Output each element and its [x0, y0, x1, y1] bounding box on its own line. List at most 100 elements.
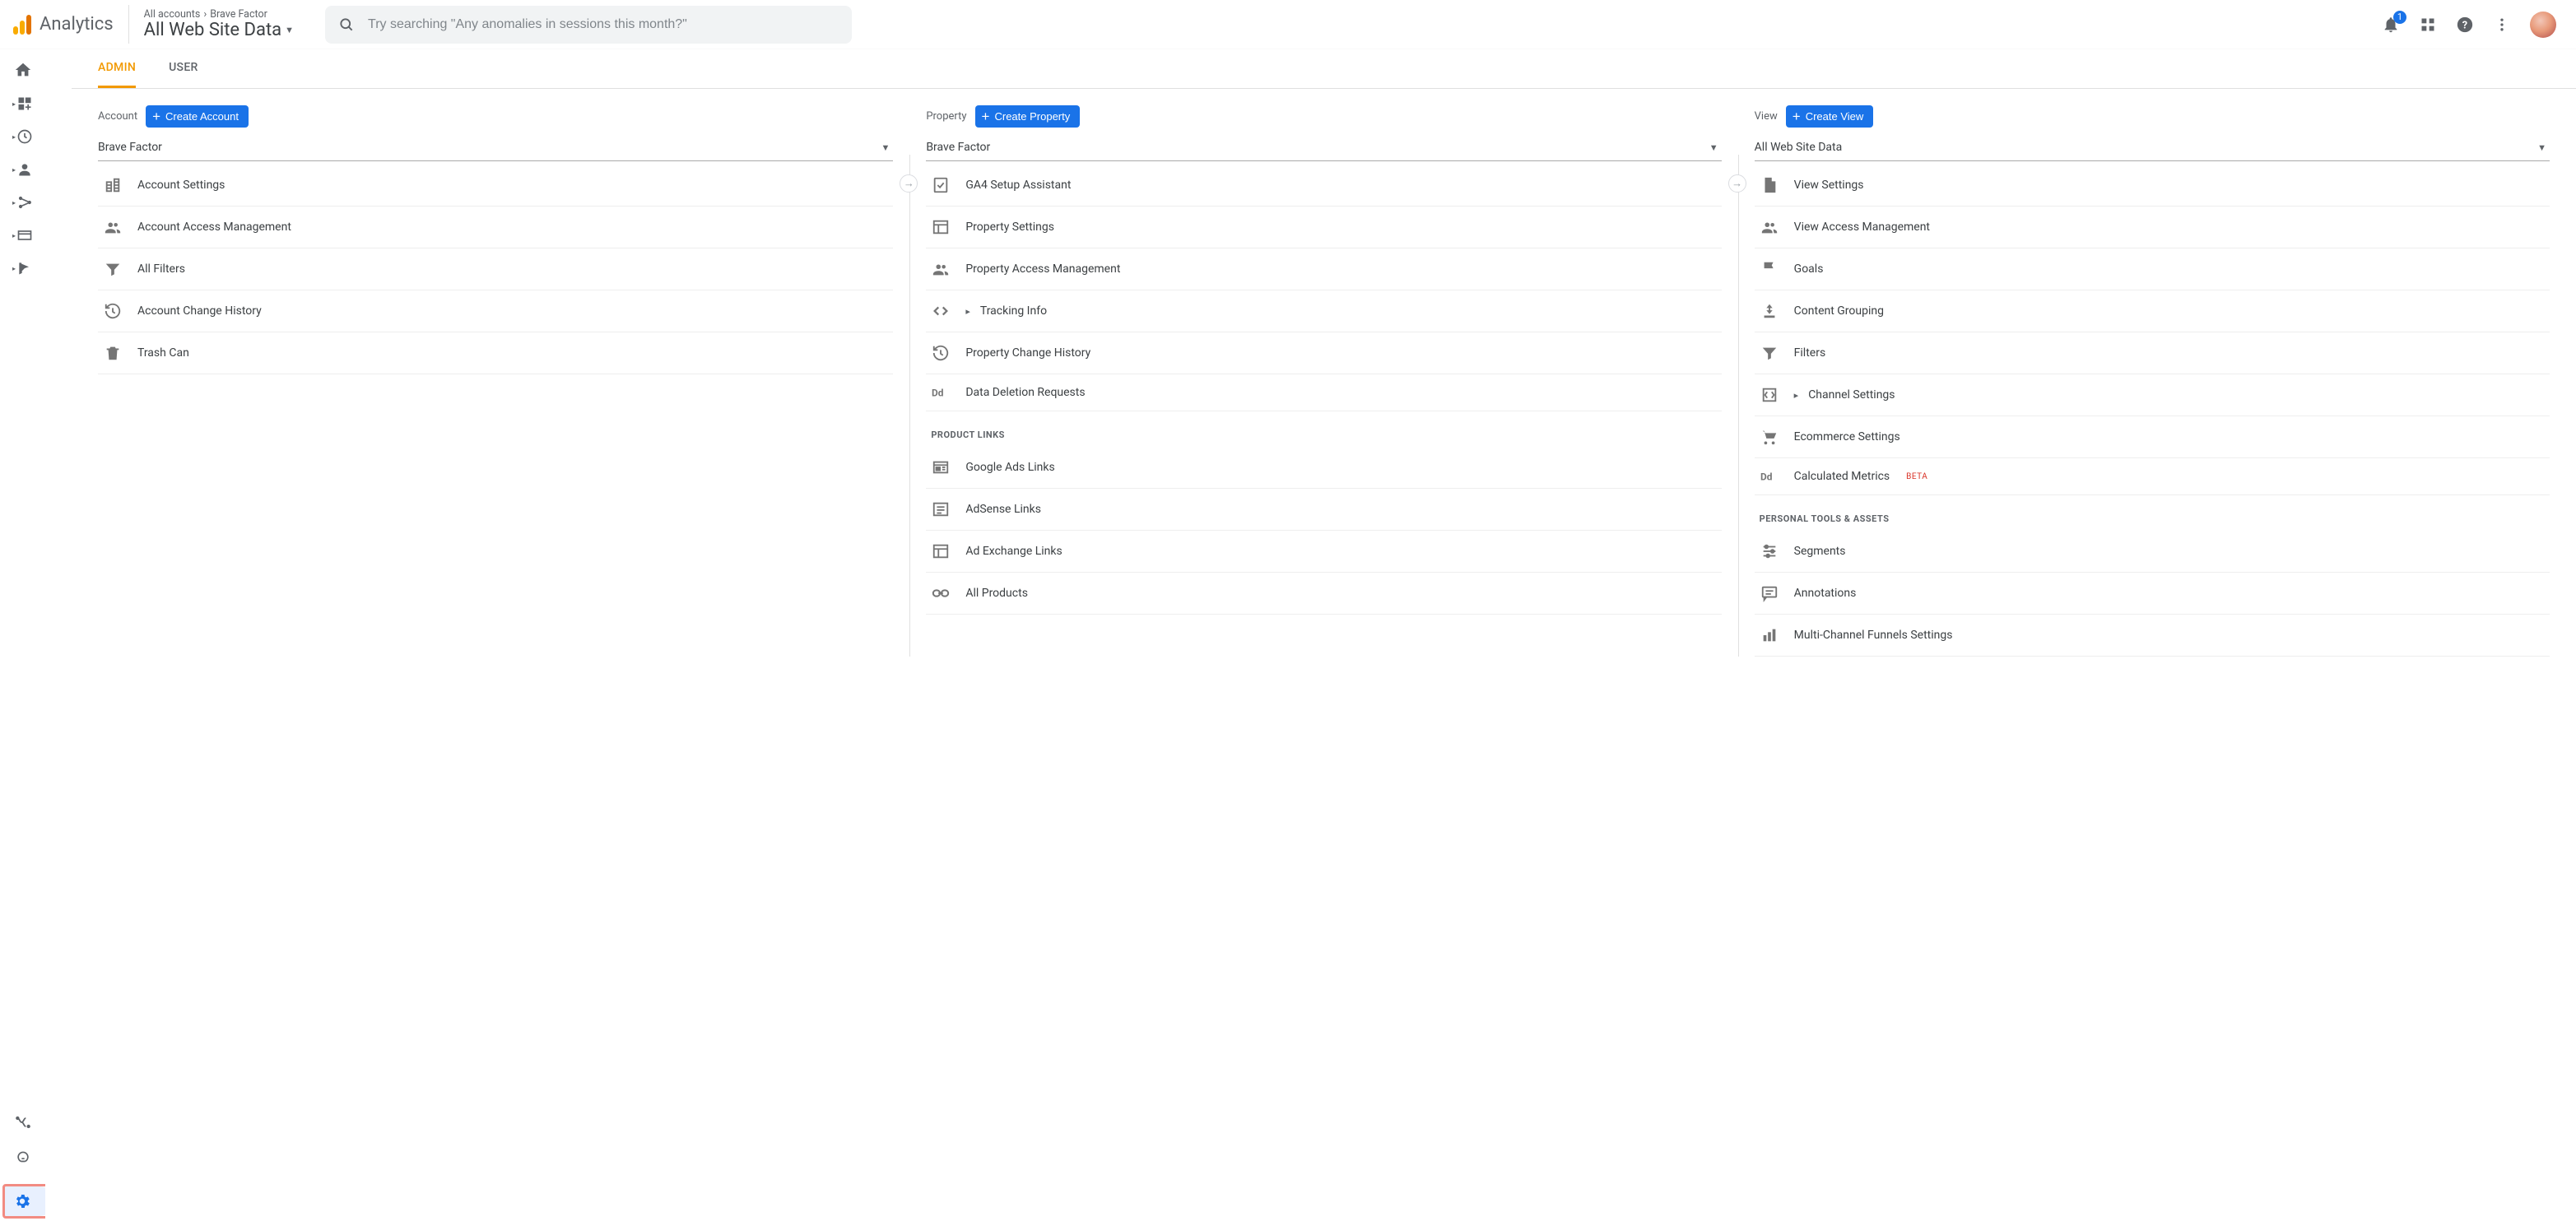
search-bar[interactable]	[325, 6, 852, 44]
admin-item[interactable]: Ad Exchange Links	[926, 531, 1721, 573]
admin-item-label: Filters	[1794, 346, 1826, 360]
admin-item[interactable]: Account Settings	[98, 165, 893, 207]
plus-icon: +	[152, 109, 160, 123]
more-icon[interactable]	[2494, 16, 2510, 33]
nav-discover-icon[interactable]	[15, 1147, 31, 1163]
admin-item[interactable]: Segments	[1755, 531, 2550, 573]
admin-item-label: GA4 Setup Assistant	[965, 179, 1071, 192]
admin-item[interactable]: Account Access Management	[98, 207, 893, 248]
move-right-icon[interactable]: →	[1728, 174, 1746, 193]
move-right-icon[interactable]: →	[900, 174, 918, 193]
admin-item-label: Google Ads Links	[965, 461, 1054, 474]
admin-item-label: Data Deletion Requests	[965, 386, 1085, 399]
gear-icon[interactable]	[13, 1192, 31, 1210]
section-personal-tools: PERSONAL TOOLS & ASSETS	[1755, 495, 2550, 531]
admin-item-label: Account Change History	[137, 304, 262, 318]
nav-conversions-icon[interactable]: ▸	[12, 260, 33, 276]
admin-item[interactable]: DdCalculated MetricsBETA	[1755, 458, 2550, 495]
admin-item[interactable]: View Access Management	[1755, 207, 2550, 248]
admin-item[interactable]: Property Access Management	[926, 248, 1721, 290]
create-property-button[interactable]: +Create Property	[975, 105, 1081, 128]
admin-item[interactable]: ▸Channel Settings	[1755, 374, 2550, 416]
admin-item-label: Account Settings	[137, 179, 225, 192]
admin-item[interactable]: Dd Data Deletion Requests	[926, 374, 1721, 411]
plus-icon: +	[1793, 109, 1801, 123]
plus-icon: +	[982, 109, 990, 123]
link-icon	[931, 584, 951, 602]
admin-item[interactable]: Filters	[1755, 332, 2550, 374]
search-input[interactable]	[368, 17, 839, 32]
help-icon[interactable]: ?	[2456, 16, 2474, 34]
admin-item[interactable]: Property Change History	[926, 332, 1721, 374]
admin-item[interactable]: Trash Can	[98, 332, 893, 374]
nav-customization-icon[interactable]: ▸	[12, 95, 33, 112]
admin-item[interactable]: Account Change History	[98, 290, 893, 332]
filter-icon	[103, 260, 123, 278]
admin-item-label: All Filters	[137, 262, 185, 276]
admin-item[interactable]: Goals	[1755, 248, 2550, 290]
property-selector[interactable]: Brave Factor▼	[926, 136, 1721, 161]
tab-admin[interactable]: ADMIN	[98, 49, 136, 88]
bars-icon	[1760, 626, 1779, 644]
nav-realtime-icon[interactable]: ▸	[12, 128, 33, 145]
svg-text:Dd: Dd	[1760, 471, 1773, 483]
nav-audience-icon[interactable]: ▸	[12, 161, 33, 178]
nav-acquisition-icon[interactable]: ▸	[12, 194, 33, 211]
admin-item[interactable]: Multi-Channel Funnels Settings	[1755, 615, 2550, 657]
view-picker[interactable]: All accounts › Brave Factor All Web Site…	[128, 5, 309, 44]
nav-behavior-icon[interactable]: ▸	[12, 227, 33, 244]
tab-user[interactable]: USER	[169, 49, 198, 88]
admin-item-label: View Access Management	[1794, 221, 1930, 234]
user-avatar[interactable]	[2530, 12, 2556, 38]
admin-item[interactable]: Annotations	[1755, 573, 2550, 615]
flag-icon	[1760, 260, 1779, 278]
column-label-view: View	[1755, 110, 1778, 123]
admin-item[interactable]: GA4 Setup Assistant	[926, 165, 1721, 207]
admin-item[interactable]: Google Ads Links	[926, 447, 1721, 489]
nav-attribution-icon[interactable]	[15, 1114, 31, 1130]
create-account-button[interactable]: +Create Account	[146, 105, 249, 128]
left-nav-rail: ▸ ▸ ▸ ▸ ▸ ▸	[0, 49, 45, 1221]
dd-icon: Dd	[931, 386, 951, 399]
newspaper-icon	[931, 458, 951, 476]
nav-home-icon[interactable]	[14, 61, 32, 79]
breadcrumb-account: Brave Factor	[210, 8, 267, 21]
dd-icon: Dd	[1760, 470, 1779, 483]
doc-icon	[1760, 176, 1779, 194]
admin-item[interactable]: ▸Tracking Info	[926, 290, 1721, 332]
admin-item[interactable]: Property Settings	[926, 207, 1721, 248]
account-selector[interactable]: Brave Factor▼	[98, 136, 893, 161]
building-icon	[103, 176, 123, 194]
history-icon	[103, 302, 123, 320]
header-actions: 1 ?	[2382, 12, 2563, 38]
apps-icon[interactable]	[2420, 16, 2436, 33]
product-name: Analytics	[40, 14, 114, 35]
group-icon	[1760, 302, 1779, 320]
product-logo[interactable]: Analytics	[13, 14, 128, 35]
trash-icon	[103, 344, 123, 362]
admin-item-label: Property Settings	[965, 221, 1054, 234]
admin-item[interactable]: Ecommerce Settings	[1755, 416, 2550, 458]
svg-text:Dd: Dd	[932, 388, 944, 399]
admin-item[interactable]: All Filters	[98, 248, 893, 290]
admin-item-label: Multi-Channel Funnels Settings	[1794, 629, 1953, 642]
admin-item[interactable]: Content Grouping	[1755, 290, 2550, 332]
search-icon	[338, 16, 355, 33]
view-selector[interactable]: All Web Site Data▼	[1755, 136, 2550, 161]
admin-item[interactable]: All Products	[926, 573, 1721, 615]
create-view-button[interactable]: +Create View	[1786, 105, 1874, 128]
admin-item[interactable]: AdSense Links	[926, 489, 1721, 531]
admin-item-label: View Settings	[1794, 179, 1864, 192]
admin-item-label: All Products	[965, 587, 1028, 600]
column-property: → Property +Create Property Brave Factor…	[926, 105, 1721, 657]
admin-item[interactable]: View Settings	[1755, 165, 2550, 207]
filter-icon	[1760, 344, 1779, 362]
breadcrumb-root: All accounts	[144, 8, 201, 21]
admin-item-label: Property Change History	[965, 346, 1090, 360]
admin-item-label: Ecommerce Settings	[1794, 430, 1900, 443]
admin-item-label: Annotations	[1794, 587, 1857, 600]
chevron-right-icon: ›	[203, 8, 207, 21]
cart-icon	[1760, 428, 1779, 446]
notifications-icon[interactable]: 1	[2382, 16, 2400, 34]
panel-icon	[931, 542, 951, 560]
